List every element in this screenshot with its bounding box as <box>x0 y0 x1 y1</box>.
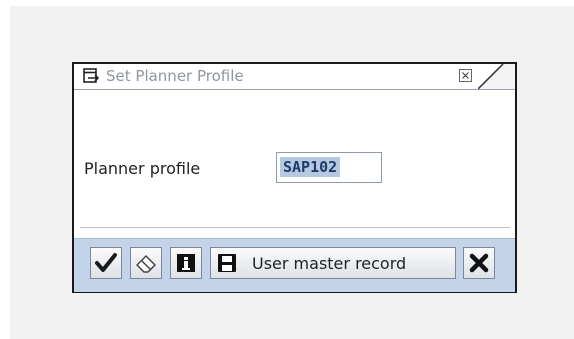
user-master-record-label: User master record <box>252 254 407 273</box>
dialog-toolbar: User master record <box>74 238 515 292</box>
dialog-titlebar[interactable]: Set Planner Profile <box>74 64 515 90</box>
delete-button[interactable] <box>130 247 162 279</box>
planner-profile-value: SAP102 <box>280 157 341 177</box>
planner-profile-input[interactable]: SAP102 <box>276 152 382 183</box>
dialog-window-icon <box>83 68 100 84</box>
dialog-title: Set Planner Profile <box>106 67 244 85</box>
divider <box>80 227 510 228</box>
cancel-button[interactable] <box>463 247 495 279</box>
planner-profile-label: Planner profile <box>84 159 201 178</box>
information-button[interactable] <box>170 247 202 279</box>
set-planner-profile-dialog: Set Planner Profile Planner profile SAP1… <box>72 62 517 293</box>
close-icon[interactable] <box>459 69 472 82</box>
continue-button[interactable] <box>90 247 122 279</box>
user-master-record-button[interactable]: User master record <box>210 247 456 279</box>
titlebar-corner-decoration <box>478 64 515 89</box>
